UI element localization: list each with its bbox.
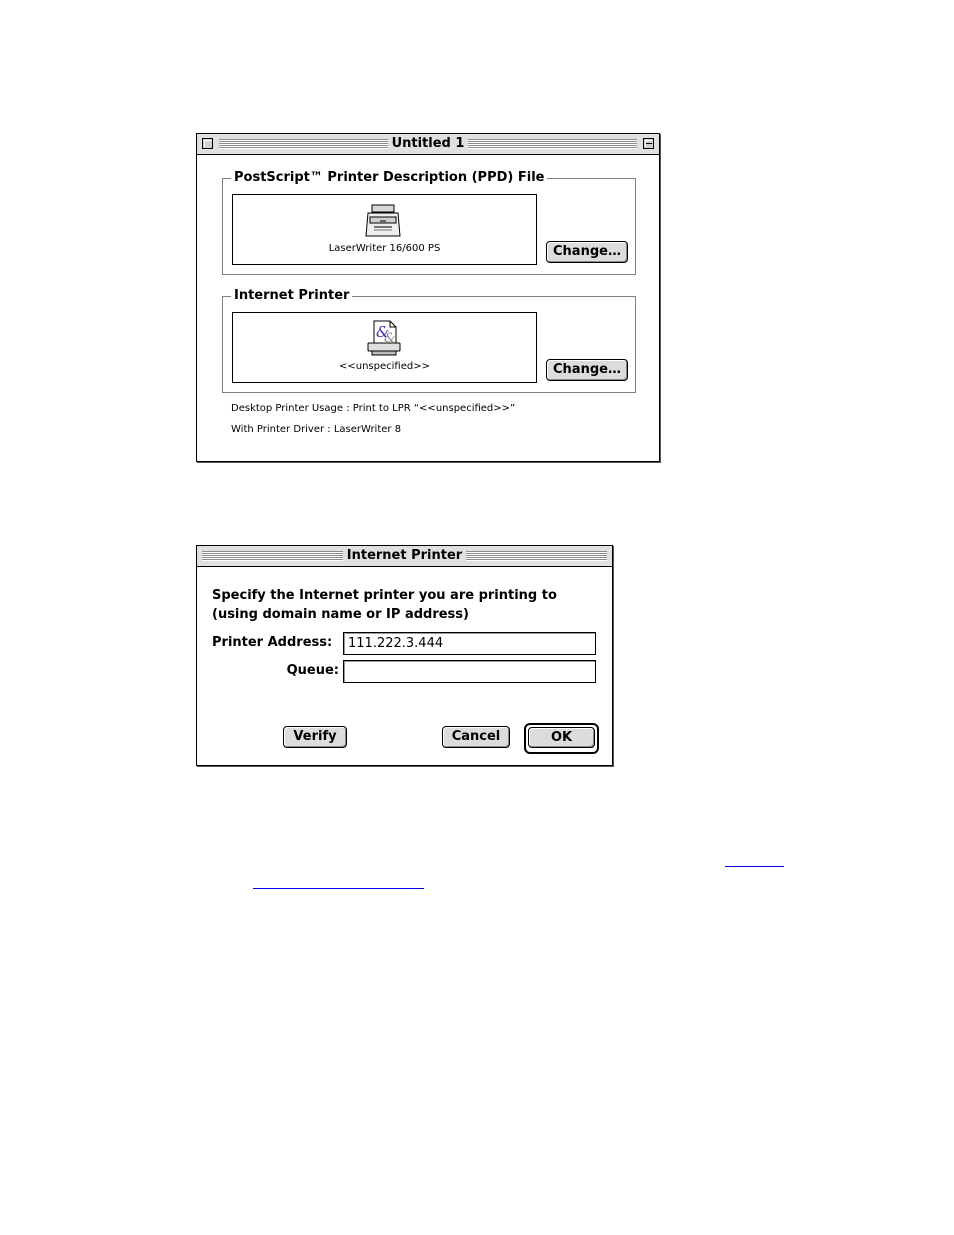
collapse-box-icon[interactable] (643, 138, 654, 149)
dialog-prompt-line2: (using domain name or IP address) (212, 607, 469, 622)
ok-button[interactable]: OK (528, 727, 595, 748)
internet-printer-dialog: Internet Printer Specify the Internet pr… (196, 545, 613, 766)
dialog-title: Internet Printer (342, 548, 467, 563)
cancel-button[interactable]: Cancel (442, 726, 510, 748)
laser-printer-icon (365, 204, 401, 237)
window-title: Untitled 1 (387, 136, 469, 151)
verify-button[interactable]: Verify (283, 726, 347, 748)
lpr-printer-icon: & & (367, 320, 401, 356)
link-underline-1[interactable] (725, 866, 784, 867)
link-underline-2[interactable] (253, 888, 424, 889)
ppd-group-label: PostScript™ Printer Description (PPD) Fi… (231, 170, 548, 186)
internet-printer-well[interactable]: & & <<unspecified>> (232, 312, 537, 383)
ppd-well[interactable]: LaserWriter 16/600 PS (232, 194, 537, 265)
printer-address-label: Printer Address: (212, 635, 333, 650)
dialog-prompt-line1: Specify the Internet printer you are pri… (212, 588, 557, 603)
ppd-change-button[interactable]: Change… (546, 241, 628, 263)
ppd-name: LaserWriter 16/600 PS (328, 243, 441, 254)
dialog-titlebar[interactable]: Internet Printer (197, 546, 612, 567)
internet-printer-change-button[interactable]: Change… (546, 359, 628, 381)
queue-label: Queue: (286, 663, 339, 678)
window-titlebar[interactable]: Untitled 1 (197, 134, 659, 155)
printer-driver-text: With Printer Driver : LaserWriter 8 (231, 424, 402, 435)
queue-field[interactable] (343, 660, 596, 683)
internet-printer-name: <<unspecified>> (339, 361, 430, 372)
desktop-printer-usage-text: Desktop Printer Usage : Print to LPR “<<… (231, 403, 516, 414)
internet-printer-group-label: Internet Printer (231, 288, 353, 304)
desktop-printer-window: Untitled 1 PostScript™ Printer Descripti… (196, 133, 660, 462)
printer-address-field[interactable] (343, 632, 596, 655)
